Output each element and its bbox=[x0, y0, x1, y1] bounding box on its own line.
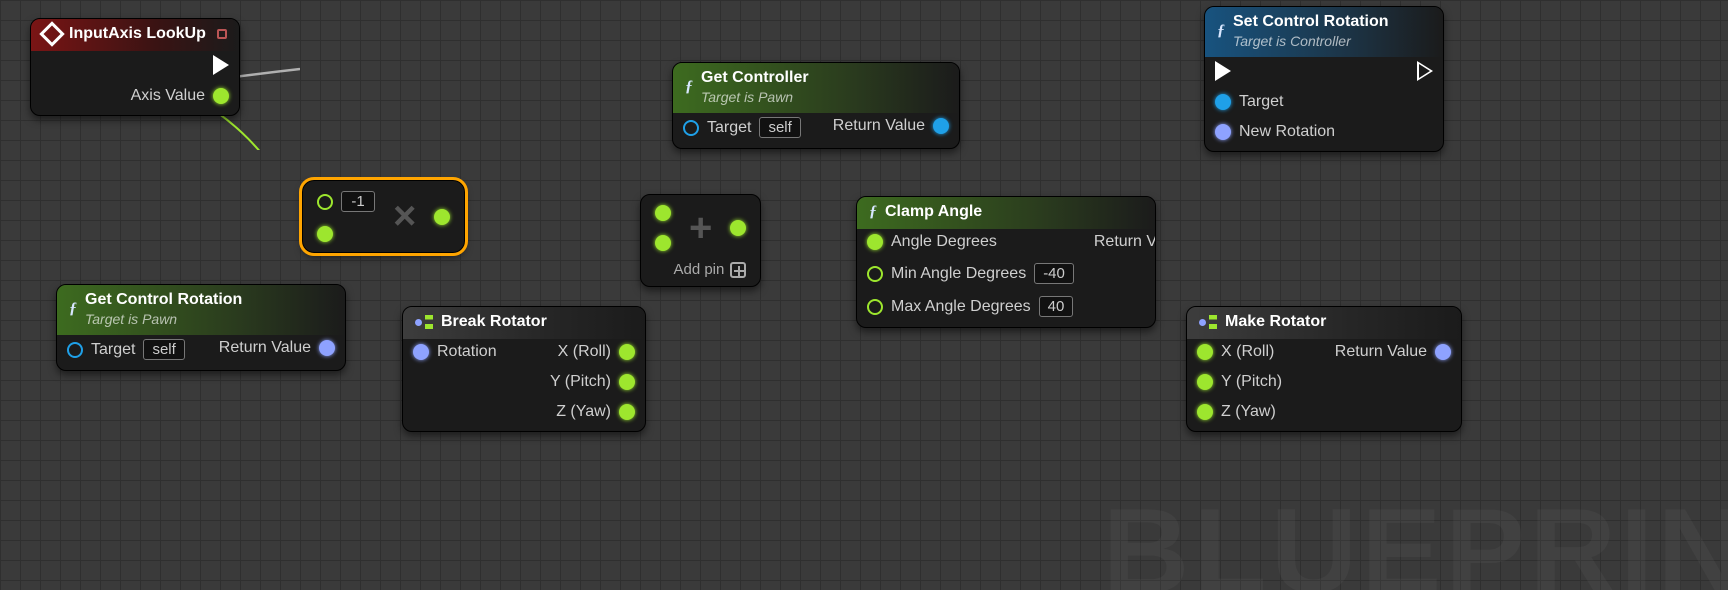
node-header[interactable]: ƒ Get Control Rotation Target is Pawn bbox=[57, 285, 345, 335]
exec-in-pin[interactable] bbox=[1215, 61, 1335, 81]
node-subtitle: Target is Controller bbox=[1233, 33, 1389, 49]
exec-out-pin[interactable] bbox=[1417, 61, 1433, 81]
target-self-input[interactable]: self bbox=[759, 117, 800, 138]
pin-y-pitch[interactable]: Y (Pitch) bbox=[550, 373, 635, 391]
pin-label: Target bbox=[707, 119, 751, 137]
multiply-icon: × bbox=[393, 194, 416, 239]
add-pin-button[interactable]: Add pin bbox=[673, 261, 746, 278]
pin-target[interactable]: Target bbox=[1215, 93, 1335, 111]
pin-label: Return Value bbox=[219, 339, 311, 357]
pin-label: Target bbox=[1239, 93, 1283, 111]
add-pin-label: Add pin bbox=[673, 261, 724, 278]
pin-return-value[interactable]: Return Value bbox=[1094, 233, 1156, 251]
function-icon: ƒ bbox=[685, 78, 693, 96]
pin-multiply-a[interactable]: -1 bbox=[317, 191, 375, 212]
node-title: InputAxis LookUp bbox=[69, 25, 206, 43]
pin-multiply-b[interactable] bbox=[317, 226, 375, 242]
node-title: Make Rotator bbox=[1225, 313, 1326, 331]
pin-label: Target bbox=[91, 341, 135, 359]
node-break-rotator[interactable]: Break Rotator Rotation X (Roll) Y (Pitch… bbox=[402, 306, 646, 432]
pin-label: Return Value bbox=[1335, 343, 1427, 361]
node-header[interactable]: InputAxis LookUp bbox=[31, 19, 239, 51]
exec-out-pin[interactable] bbox=[213, 55, 229, 75]
pin-return-value[interactable]: Return Value bbox=[219, 339, 335, 357]
node-make-rotator[interactable]: Make Rotator X (Roll) Y (Pitch) Z (Yaw) … bbox=[1186, 306, 1462, 432]
pin-label: Axis Value bbox=[131, 87, 205, 105]
pin-label: Z (Yaw) bbox=[1221, 403, 1276, 421]
pin-label: X (Roll) bbox=[558, 343, 611, 361]
node-multiply[interactable]: -1 × bbox=[302, 180, 465, 253]
min-angle-input[interactable]: -40 bbox=[1034, 263, 1074, 284]
function-icon: ƒ bbox=[869, 203, 877, 221]
node-subtitle: Target is Pawn bbox=[701, 89, 809, 105]
pin-target[interactable]: Target self bbox=[67, 339, 185, 360]
pin-label: Rotation bbox=[437, 343, 497, 361]
node-title: Set Control Rotation bbox=[1233, 13, 1389, 30]
node-title: Get Control Rotation bbox=[85, 291, 242, 308]
target-self-input[interactable]: self bbox=[143, 339, 184, 360]
node-title: Break Rotator bbox=[441, 313, 547, 331]
function-icon: ƒ bbox=[69, 300, 77, 318]
node-header[interactable]: ƒ Get Controller Target is Pawn bbox=[673, 63, 959, 113]
node-set-control-rotation[interactable]: ƒ Set Control Rotation Target is Control… bbox=[1204, 6, 1444, 152]
node-header[interactable]: ƒ Clamp Angle bbox=[857, 197, 1155, 229]
node-get-control-rotation[interactable]: ƒ Get Control Rotation Target is Pawn Ta… bbox=[56, 284, 346, 371]
node-clamp-angle[interactable]: ƒ Clamp Angle Angle Degrees Min Angle De… bbox=[856, 196, 1156, 328]
pin-rotation[interactable]: Rotation bbox=[413, 343, 497, 361]
node-inputaxis-lookup[interactable]: InputAxis LookUp Axis Value bbox=[30, 18, 240, 116]
function-icon: ƒ bbox=[1217, 22, 1225, 40]
break-struct-icon bbox=[415, 315, 433, 329]
pin-label: Max Angle Degrees bbox=[891, 298, 1031, 316]
pin-max-angle[interactable]: Max Angle Degrees 40 bbox=[867, 296, 1074, 317]
pin-multiply-out[interactable] bbox=[434, 209, 450, 225]
pin-label: Y (Pitch) bbox=[550, 373, 611, 391]
node-subtitle: Target is Pawn bbox=[85, 311, 242, 327]
node-header[interactable]: Make Rotator bbox=[1187, 307, 1461, 339]
pin-z-yaw[interactable]: Z (Yaw) bbox=[1197, 403, 1282, 421]
multiply-value-input[interactable]: -1 bbox=[341, 191, 375, 212]
pin-return-value[interactable]: Return Value bbox=[1335, 343, 1451, 361]
plus-icon bbox=[730, 262, 746, 278]
pin-label: Min Angle Degrees bbox=[891, 265, 1026, 283]
pin-min-angle[interactable]: Min Angle Degrees -40 bbox=[867, 263, 1074, 284]
pin-label: Return Value bbox=[833, 117, 925, 135]
pin-label: New Rotation bbox=[1239, 123, 1335, 141]
pin-add-b[interactable] bbox=[655, 235, 671, 251]
node-title: Clamp Angle bbox=[885, 203, 982, 221]
pin-y-pitch[interactable]: Y (Pitch) bbox=[1197, 373, 1282, 391]
pin-x-roll[interactable]: X (Roll) bbox=[558, 343, 635, 361]
pin-z-yaw[interactable]: Z (Yaw) bbox=[556, 403, 635, 421]
blueprint-watermark: BLUEPRIN bbox=[1103, 482, 1728, 590]
node-header[interactable]: ƒ Set Control Rotation Target is Control… bbox=[1205, 7, 1443, 57]
pin-angle-degrees[interactable]: Angle Degrees bbox=[867, 233, 1074, 251]
pin-label: Angle Degrees bbox=[891, 233, 997, 251]
make-struct-icon bbox=[1199, 315, 1217, 329]
event-indicator-icon bbox=[217, 29, 227, 39]
pin-label: Y (Pitch) bbox=[1221, 373, 1282, 391]
add-icon: + bbox=[689, 206, 712, 251]
pin-x-roll[interactable]: X (Roll) bbox=[1197, 343, 1282, 361]
pin-new-rotation[interactable]: New Rotation bbox=[1215, 123, 1335, 141]
pin-return-value[interactable]: Return Value bbox=[833, 117, 949, 135]
pin-axis-value[interactable]: Axis Value bbox=[131, 87, 229, 105]
event-icon bbox=[39, 21, 64, 46]
pin-label: X (Roll) bbox=[1221, 343, 1274, 361]
pin-add-out[interactable] bbox=[730, 220, 746, 236]
pin-label: Return Value bbox=[1094, 233, 1156, 251]
max-angle-input[interactable]: 40 bbox=[1039, 296, 1074, 317]
pin-add-a[interactable] bbox=[655, 205, 671, 221]
node-add[interactable]: + Add pin bbox=[640, 194, 761, 287]
pin-label: Z (Yaw) bbox=[556, 403, 611, 421]
pin-target[interactable]: Target self bbox=[683, 117, 801, 138]
node-header[interactable]: Break Rotator bbox=[403, 307, 645, 339]
node-title: Get Controller bbox=[701, 69, 809, 86]
node-get-controller[interactable]: ƒ Get Controller Target is Pawn Target se… bbox=[672, 62, 960, 149]
